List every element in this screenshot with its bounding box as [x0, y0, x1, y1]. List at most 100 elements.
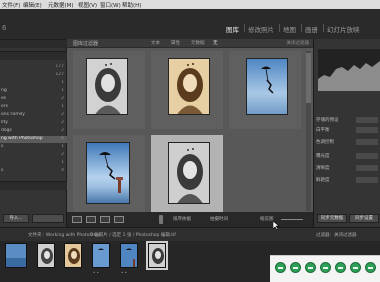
thumbnail-size-label: 缩览图	[260, 217, 274, 222]
vibrance-stepper[interactable]	[356, 177, 378, 183]
collection-row[interactable]: es 2	[0, 96, 67, 103]
sync-metadata-button[interactable]: 同步元数据	[317, 214, 347, 223]
collection-row[interactable]: lity 2	[0, 120, 67, 127]
collection-row[interactable]: 127	[0, 72, 67, 79]
grid-icon[interactable]	[72, 216, 82, 223]
portrait-photo	[169, 143, 209, 203]
collection-count: 1	[61, 88, 64, 93]
collection-row[interactable]: s4	[0, 168, 67, 175]
grid-scrollbar[interactable]	[306, 51, 311, 211]
survey-icon[interactable]	[114, 216, 124, 223]
panel-header[interactable]	[0, 51, 67, 60]
filter-preset[interactable]: 关闭过滤器	[287, 40, 310, 46]
menu-metadata[interactable]: 元数据(M)	[48, 1, 74, 9]
photo-thumbnail[interactable]	[168, 142, 210, 204]
collection-row[interactable]: 1	[0, 80, 67, 87]
portrait-photo	[149, 244, 165, 267]
filmstrip-thumbnail[interactable]	[120, 243, 138, 268]
menu-help[interactable]: 帮助(H)	[122, 1, 141, 9]
filter-none[interactable]: 无	[213, 40, 218, 46]
filter-attribute[interactable]: 属性	[171, 40, 180, 46]
scrollbar-thumb[interactable]	[306, 53, 311, 103]
badge-icon: • •	[93, 270, 99, 275]
filmstrip-header: 文件夹 : Working with Photoshop 5 张照片 / 选定 …	[0, 227, 380, 241]
tray-app-icon[interactable]	[350, 262, 361, 273]
preset-select[interactable]	[356, 117, 378, 123]
collection-label: ng	[1, 88, 7, 93]
filter-metadata[interactable]: 元数据	[191, 40, 205, 46]
filmstrip-thumbnail[interactable]	[92, 243, 110, 268]
filmstrip-thumbnail-selected[interactable]	[146, 241, 168, 270]
quick-develop-row[interactable]: 存储的预设	[316, 117, 380, 124]
menu-window[interactable]: 窗口(W)	[100, 1, 121, 9]
sort-select[interactable]: 拍摄时间	[210, 216, 228, 222]
import-button[interactable]: 导入...	[3, 214, 29, 223]
collection-row[interactable]: 177	[0, 64, 67, 71]
module-map[interactable]: 地图	[283, 24, 296, 34]
menu-bar: 文件(F) 编辑(E) 元数据(M) 视图(V) 窗口(W) 帮助(H)	[0, 0, 380, 9]
collection-row[interactable]: 2	[0, 152, 67, 159]
collection-count: 2	[61, 128, 64, 133]
thumbnail-size-slider[interactable]	[281, 219, 303, 220]
module-separator	[301, 24, 302, 32]
tray-app-icon[interactable]	[320, 262, 331, 273]
collection-row[interactable]: 1	[0, 160, 67, 167]
collection-row-selected[interactable]: ng with Photoshop 6	[0, 136, 67, 143]
quick-develop-row[interactable]: 白平衡	[316, 127, 380, 134]
module-develop[interactable]: 修改照片	[248, 24, 274, 34]
quick-develop-row[interactable]: 曝光度	[316, 153, 380, 160]
module-book[interactable]: 画册	[305, 24, 318, 34]
module-slideshow[interactable]: 幻灯片放映	[327, 24, 360, 34]
histogram-graph	[318, 61, 380, 91]
tray-app-icon[interactable]	[365, 262, 376, 273]
quick-develop-row[interactable]: 清晰度	[316, 165, 380, 172]
grid-cell[interactable]	[73, 135, 145, 213]
filmstrip-thumbnail[interactable]	[37, 243, 55, 268]
photo-thumbnail[interactable]	[168, 58, 210, 115]
quick-develop-row[interactable]: 色调控制	[316, 139, 380, 146]
tone-control-button[interactable]	[356, 139, 378, 145]
menu-view[interactable]: 视图(V)	[78, 1, 97, 9]
panel-header[interactable]	[0, 181, 67, 190]
collection-row[interactable]: s1	[0, 144, 67, 151]
tray-app-icon[interactable]	[305, 262, 316, 273]
collection-row[interactable]: dogs 2	[0, 128, 67, 135]
grid-cell[interactable]	[229, 51, 301, 129]
portrait-photo	[87, 59, 127, 114]
quick-develop-row[interactable]: 鲜艳度	[316, 177, 380, 184]
compare-icon[interactable]	[100, 216, 110, 223]
collection-row[interactable]: ons Family 2	[0, 112, 67, 119]
collection-row[interactable]: ers 1	[0, 104, 67, 111]
filmstrip-thumbnail[interactable]	[64, 243, 82, 268]
collection-count: 2	[61, 120, 64, 125]
filter-text[interactable]: 文本	[151, 40, 160, 46]
white-balance-select[interactable]	[356, 127, 378, 133]
export-button[interactable]	[32, 214, 64, 223]
grid-cell[interactable]	[73, 51, 145, 129]
exposure-stepper[interactable]	[356, 153, 378, 159]
loupe-icon[interactable]	[86, 216, 96, 223]
collection-label: es	[1, 96, 7, 101]
collection-count: 1	[61, 104, 64, 109]
photo-thumbnail[interactable]	[246, 58, 288, 115]
menu-file[interactable]: 文件(F)	[2, 1, 20, 9]
sync-settings-button[interactable]: 同步设置	[349, 214, 379, 223]
panel-header[interactable]	[0, 39, 67, 48]
tray-app-icon[interactable]	[335, 262, 346, 273]
tray-app-icon[interactable]	[290, 262, 301, 273]
spray-can-icon[interactable]	[159, 215, 163, 224]
module-library[interactable]: 图库	[226, 24, 239, 34]
collection-row[interactable]: ng 1	[0, 88, 67, 95]
row-label: 白平衡	[316, 128, 330, 133]
collection-count: 177	[55, 64, 64, 69]
menu-edit[interactable]: 编辑(E)	[23, 1, 42, 9]
tray-app-icon[interactable]	[275, 262, 286, 273]
grid-cell-selected[interactable]	[151, 135, 223, 213]
clarity-stepper[interactable]	[356, 165, 378, 171]
photo-thumbnail[interactable]	[86, 142, 130, 204]
filter-select[interactable]: 关闭过滤器	[334, 232, 357, 238]
photo-thumbnail[interactable]	[86, 58, 128, 115]
filmstrip-thumbnail[interactable]	[5, 243, 27, 268]
collection-count: 127	[55, 72, 64, 77]
grid-cell[interactable]	[151, 51, 223, 129]
